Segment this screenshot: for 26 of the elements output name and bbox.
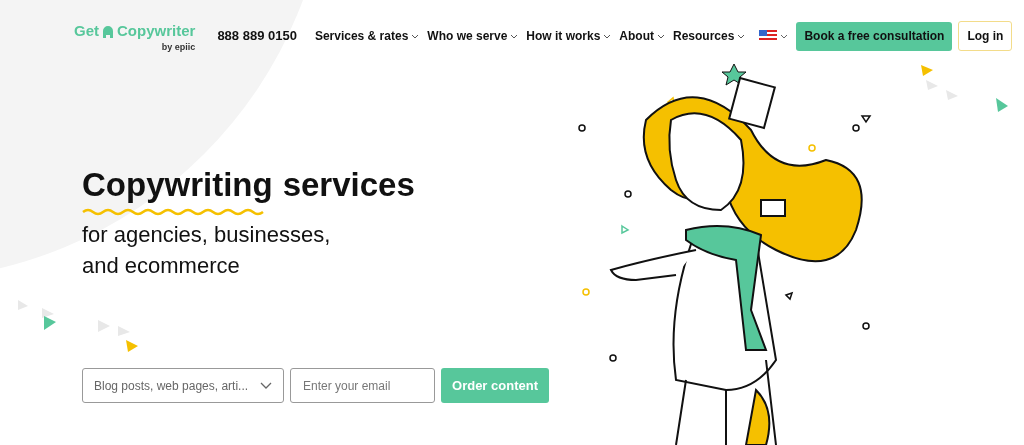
nav-menu-item[interactable]: Services & rates: [314, 27, 420, 45]
nav-menu-item[interactable]: How it works: [526, 27, 612, 45]
caret-icon: [657, 33, 665, 39]
book-consultation-button[interactable]: Book a free consultation: [796, 21, 953, 51]
caret-icon: [780, 33, 789, 39]
flag-icon: [759, 30, 778, 42]
language-selector[interactable]: [759, 30, 789, 42]
email-field[interactable]: Enter your email: [290, 368, 435, 404]
nav-menu-item[interactable]: Resources: [673, 27, 746, 45]
hero-title: Copywriting: [82, 166, 273, 203]
logo-text: Get: [74, 21, 99, 42]
chevron-down-icon: [260, 382, 272, 390]
logo-text: Copywriter: [117, 21, 196, 42]
caret-icon: [411, 33, 420, 39]
content-type-select[interactable]: Blog posts, web pages, arti...: [82, 368, 284, 404]
logo-icon: [102, 24, 114, 39]
login-button[interactable]: Log in: [958, 21, 1013, 51]
hero-subtitle: for agencies, businesses, and ecommerce: [82, 221, 332, 281]
hero-title: services: [282, 165, 415, 205]
caret-icon: [510, 33, 519, 39]
logo-tagline: by epiic: [161, 42, 196, 52]
phone-number[interactable]: 888 889 0150: [217, 26, 297, 46]
nav-menu-item[interactable]: About: [619, 27, 665, 45]
caret-icon: [737, 33, 746, 39]
caret-icon: [603, 33, 612, 39]
nav-menu-item[interactable]: Who we serve: [427, 27, 519, 45]
